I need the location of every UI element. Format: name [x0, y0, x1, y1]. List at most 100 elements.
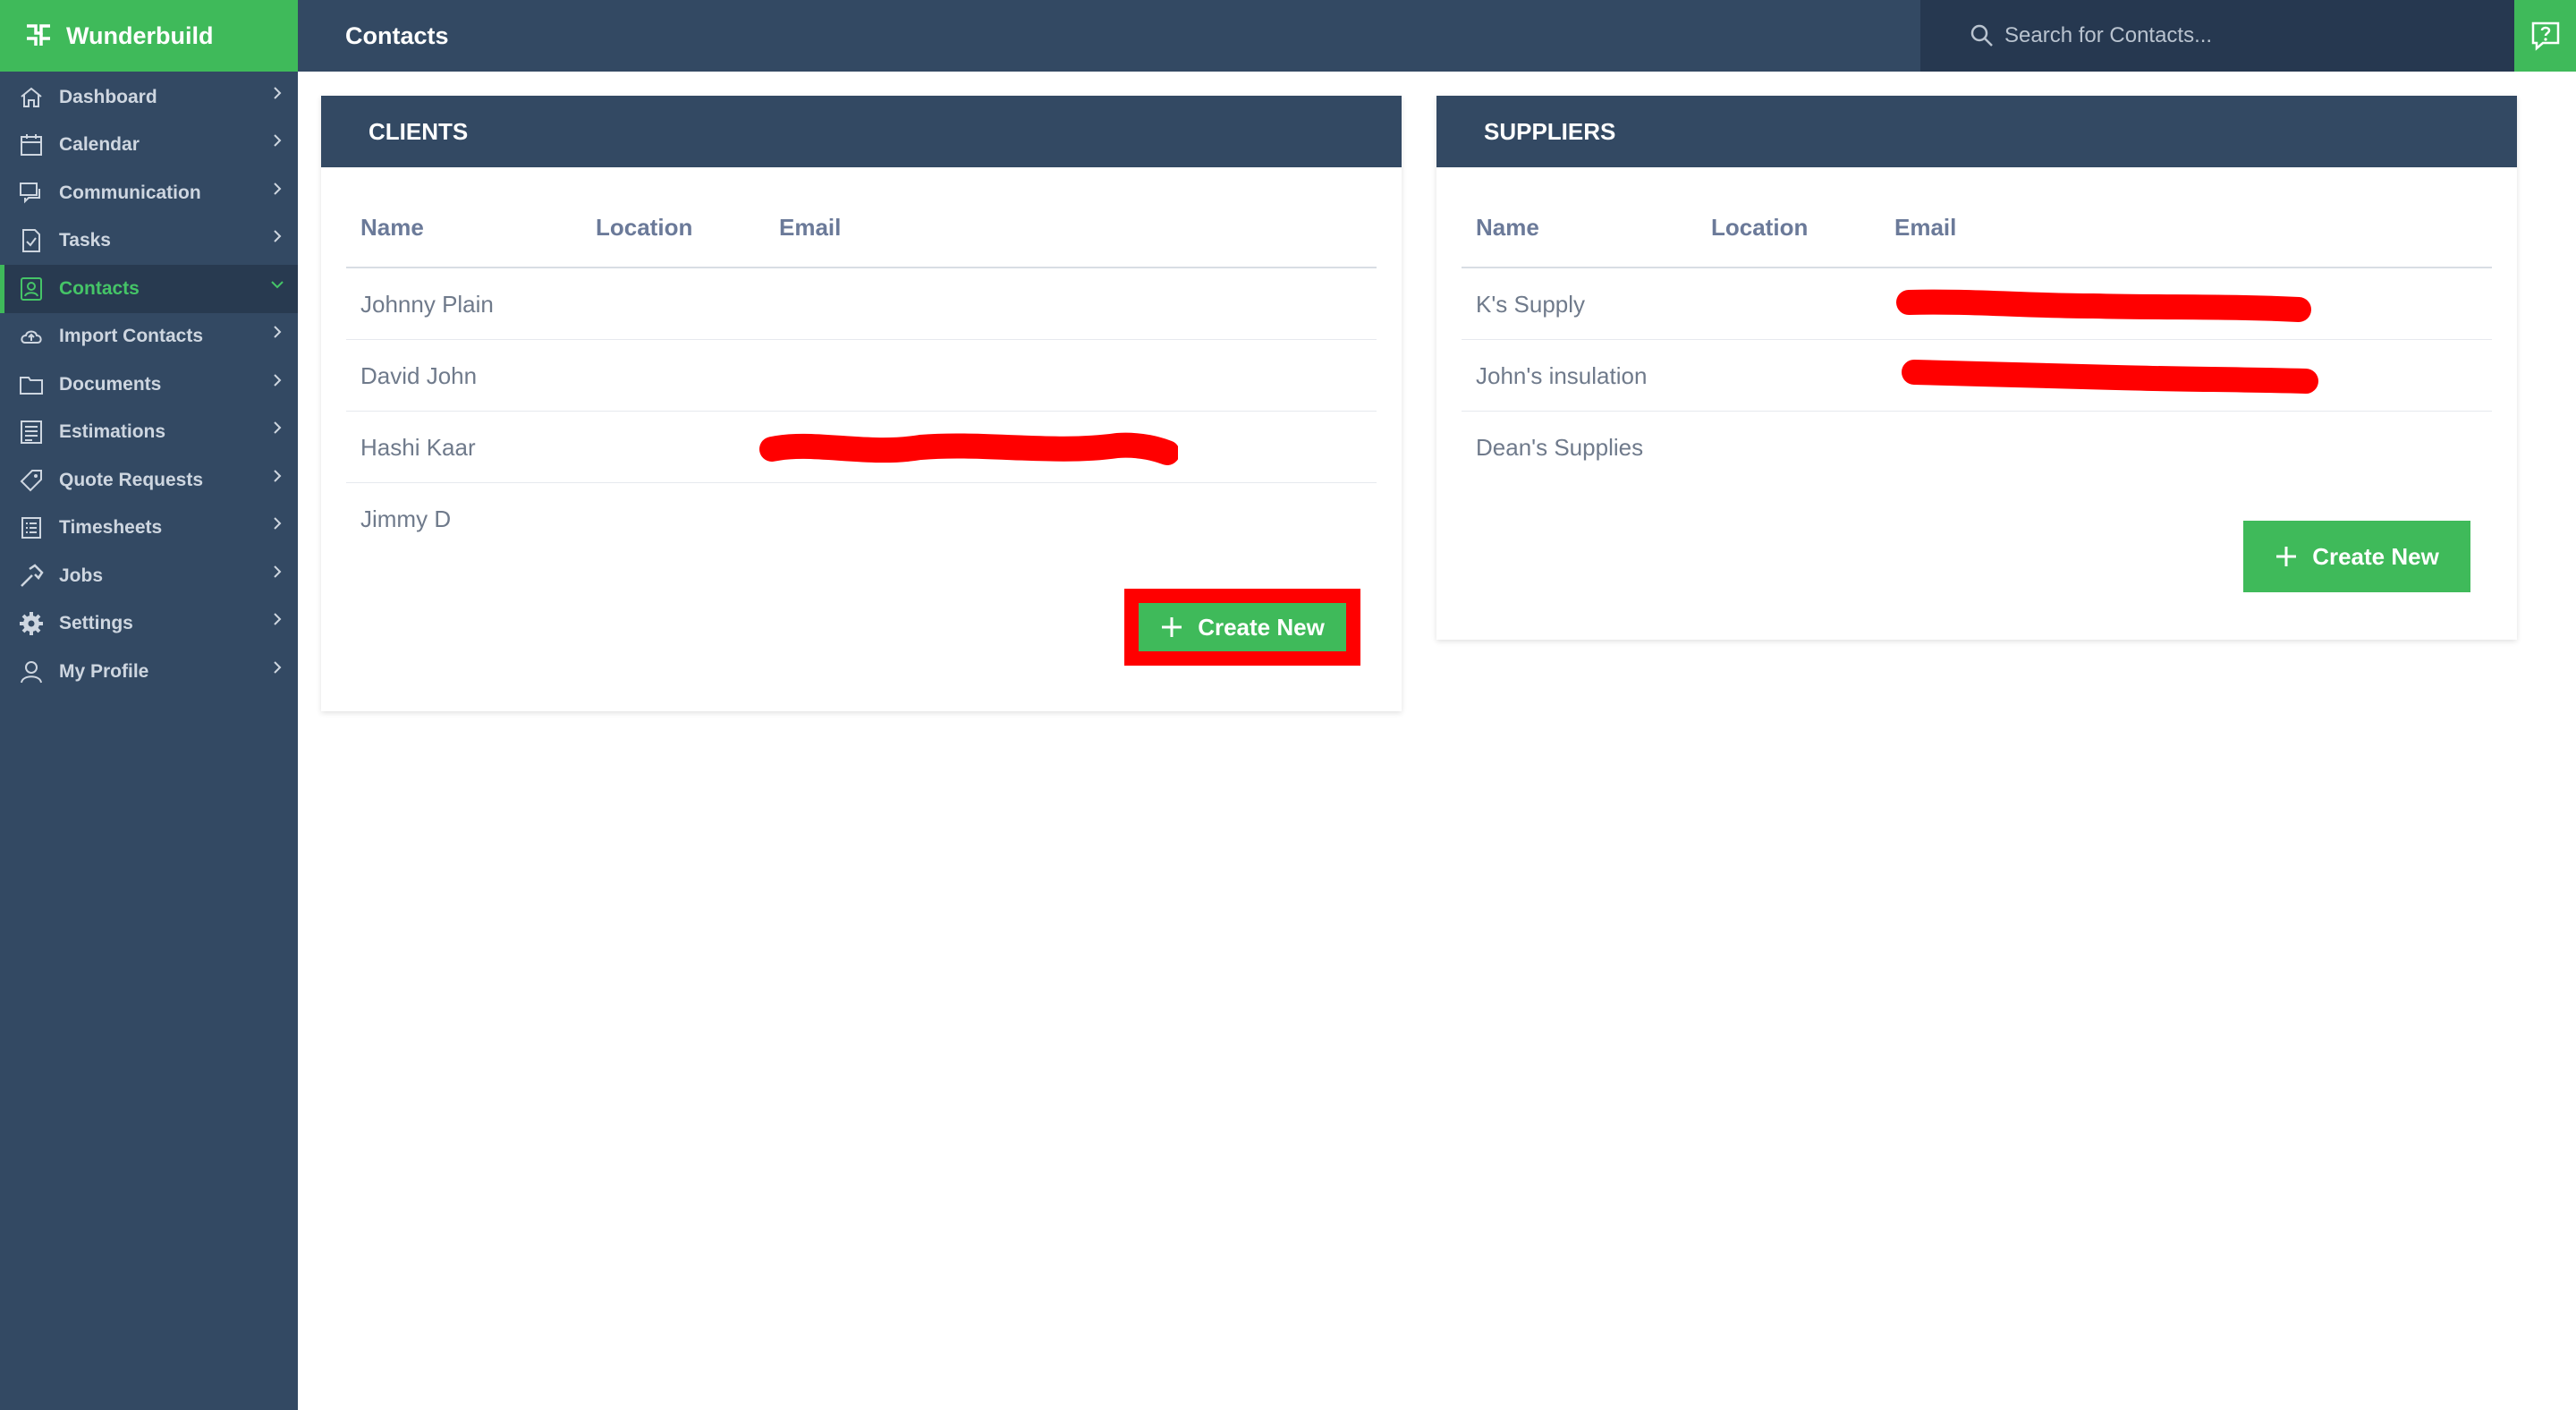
email-redaction-mark	[1902, 360, 2318, 394]
chevron-right-icon	[274, 230, 282, 242]
calendar-icon	[21, 134, 42, 157]
chat-icon	[20, 182, 40, 204]
table-header: Name Location Email	[1462, 200, 2492, 268]
sidebar-item-tasks[interactable]: Tasks	[0, 217, 298, 266]
sidebar-item-calendar[interactable]: Calendar	[0, 122, 298, 170]
search-icon	[1970, 24, 1993, 47]
brand[interactable]: Wunderbuild	[0, 0, 298, 72]
email-redaction-mark	[1896, 289, 2311, 322]
sidebar-item-label: Timesheets	[59, 517, 163, 539]
chevron-right-icon	[274, 470, 282, 482]
estimation-icon	[21, 420, 42, 445]
page-title: Contacts	[345, 22, 449, 49]
sidebar-item-label: Contacts	[59, 277, 140, 299]
sidebar-item-label: Estimations	[59, 421, 166, 443]
sidebar-item-my-profile[interactable]: My Profile	[0, 648, 298, 696]
sidebar-item-label: Dashboard	[59, 86, 157, 107]
topbar: Contacts	[298, 0, 2576, 72]
chevron-right-icon	[274, 421, 282, 434]
contact-name: K's Supply	[1476, 291, 1586, 318]
tag-icon	[20, 469, 42, 492]
contact-name: Dean's Supplies	[1476, 434, 1644, 461]
sidebar-item-settings[interactable]: Settings	[0, 600, 298, 649]
sidebar-item-dashboard[interactable]: Dashboard	[0, 73, 298, 122]
user-icon	[21, 660, 42, 684]
sidebar-item-label: Settings	[59, 613, 133, 634]
chevron-right-icon	[274, 661, 282, 674]
chevron-down-icon	[271, 281, 284, 289]
chevron-right-icon	[274, 183, 282, 195]
table-row[interactable]: Johnny Plain	[346, 268, 1377, 340]
search-input[interactable]	[2003, 22, 2504, 49]
contact-name: David John	[360, 362, 478, 389]
suppliers-table: Name Location Email K's Supply John's in…	[1462, 200, 2492, 483]
create-new-client-button[interactable]: Create New	[1139, 603, 1346, 651]
sidebar-item-label: Documents	[59, 373, 162, 395]
hammer-icon	[21, 564, 44, 587]
sidebar-item-label: Tasks	[59, 230, 111, 251]
create-new-supplier-button[interactable]: Create New	[2243, 521, 2470, 592]
contact-name: Johnny Plain	[360, 291, 494, 318]
email-redaction-mark	[759, 432, 1178, 465]
sidebar-item-estimations[interactable]: Estimations	[0, 409, 298, 457]
plus-icon	[2276, 547, 2297, 566]
sidebar-item-label: My Profile	[59, 660, 149, 682]
chevron-right-icon	[274, 613, 282, 625]
highlight-annotation: Create New	[1124, 589, 1360, 666]
clients-panel: CLIENTS Name Location Email Johnny Plain…	[321, 96, 1402, 711]
sidebar: Wunderbuild Dashboard Calendar Communica…	[0, 0, 298, 1410]
sidebar-item-label: Import Contacts	[59, 326, 204, 347]
column-header-name[interactable]: Name	[1476, 200, 1539, 254]
table-header: Name Location Email	[346, 200, 1377, 268]
table-row[interactable]: David John	[346, 340, 1377, 412]
help-button[interactable]	[2514, 0, 2576, 72]
sidebar-item-label: Quote Requests	[59, 469, 204, 490]
chevron-right-icon	[274, 87, 282, 99]
sidebar-item-label: Communication	[59, 182, 201, 203]
brand-name: Wunderbuild	[66, 21, 214, 49]
gear-icon	[20, 612, 43, 636]
column-header-email[interactable]: Email	[779, 200, 841, 254]
column-header-location[interactable]: Location	[596, 200, 692, 254]
sidebar-item-quote-requests[interactable]: Quote Requests	[0, 456, 298, 505]
sidebar-item-timesheets[interactable]: Timesheets	[0, 505, 298, 553]
search-bar[interactable]	[1920, 0, 2514, 72]
sidebar-item-documents[interactable]: Documents	[0, 361, 298, 409]
timesheet-icon	[21, 517, 41, 539]
chevron-right-icon	[274, 517, 282, 530]
cloud-upload-icon	[21, 330, 42, 344]
table-row[interactable]: Jimmy D	[346, 483, 1377, 555]
suppliers-panel: SUPPLIERS Name Location Email K's Supply…	[1436, 96, 2517, 640]
column-header-name[interactable]: Name	[360, 200, 424, 254]
sidebar-item-jobs[interactable]: Jobs	[0, 552, 298, 600]
chevron-right-icon	[274, 326, 282, 338]
chevron-right-icon	[274, 565, 282, 578]
table-row[interactable]: K's Supply	[1462, 268, 2492, 340]
sidebar-item-communication[interactable]: Communication	[0, 169, 298, 217]
table-row[interactable]: Hashi Kaar	[346, 412, 1377, 483]
contact-name: Hashi Kaar	[360, 434, 476, 461]
suppliers-panel-title: SUPPLIERS	[1436, 96, 2517, 167]
home-icon	[21, 87, 42, 107]
sidebar-item-label: Jobs	[59, 565, 104, 586]
contact-name: Jimmy D	[360, 505, 452, 532]
clients-panel-title: CLIENTS	[321, 96, 1402, 167]
plus-icon	[1162, 617, 1182, 637]
sidebar-item-contacts[interactable]: Contacts	[0, 265, 298, 313]
folder-icon	[20, 376, 43, 395]
column-header-location[interactable]: Location	[1711, 200, 1808, 254]
sidebar-item-import-contacts[interactable]: Import Contacts	[0, 313, 298, 361]
sidebar-item-label: Calendar	[59, 134, 140, 156]
help-chat-icon	[2531, 21, 2559, 51]
task-icon	[22, 229, 40, 253]
column-header-email[interactable]: Email	[1894, 200, 1956, 254]
sidebar-nav: Dashboard Calendar Communication Tasks C…	[0, 72, 298, 696]
contact-name: John's insulation	[1476, 362, 1648, 389]
create-new-label: Create New	[2312, 542, 2439, 570]
table-row[interactable]: Dean's Supplies	[1462, 412, 2492, 483]
clients-table: Name Location Email Johnny Plain David J…	[346, 200, 1377, 555]
wunderbuild-logo-icon	[27, 24, 50, 46]
contact-icon	[21, 276, 42, 301]
table-row[interactable]: John's insulation	[1462, 340, 2492, 412]
chevron-right-icon	[274, 134, 282, 147]
